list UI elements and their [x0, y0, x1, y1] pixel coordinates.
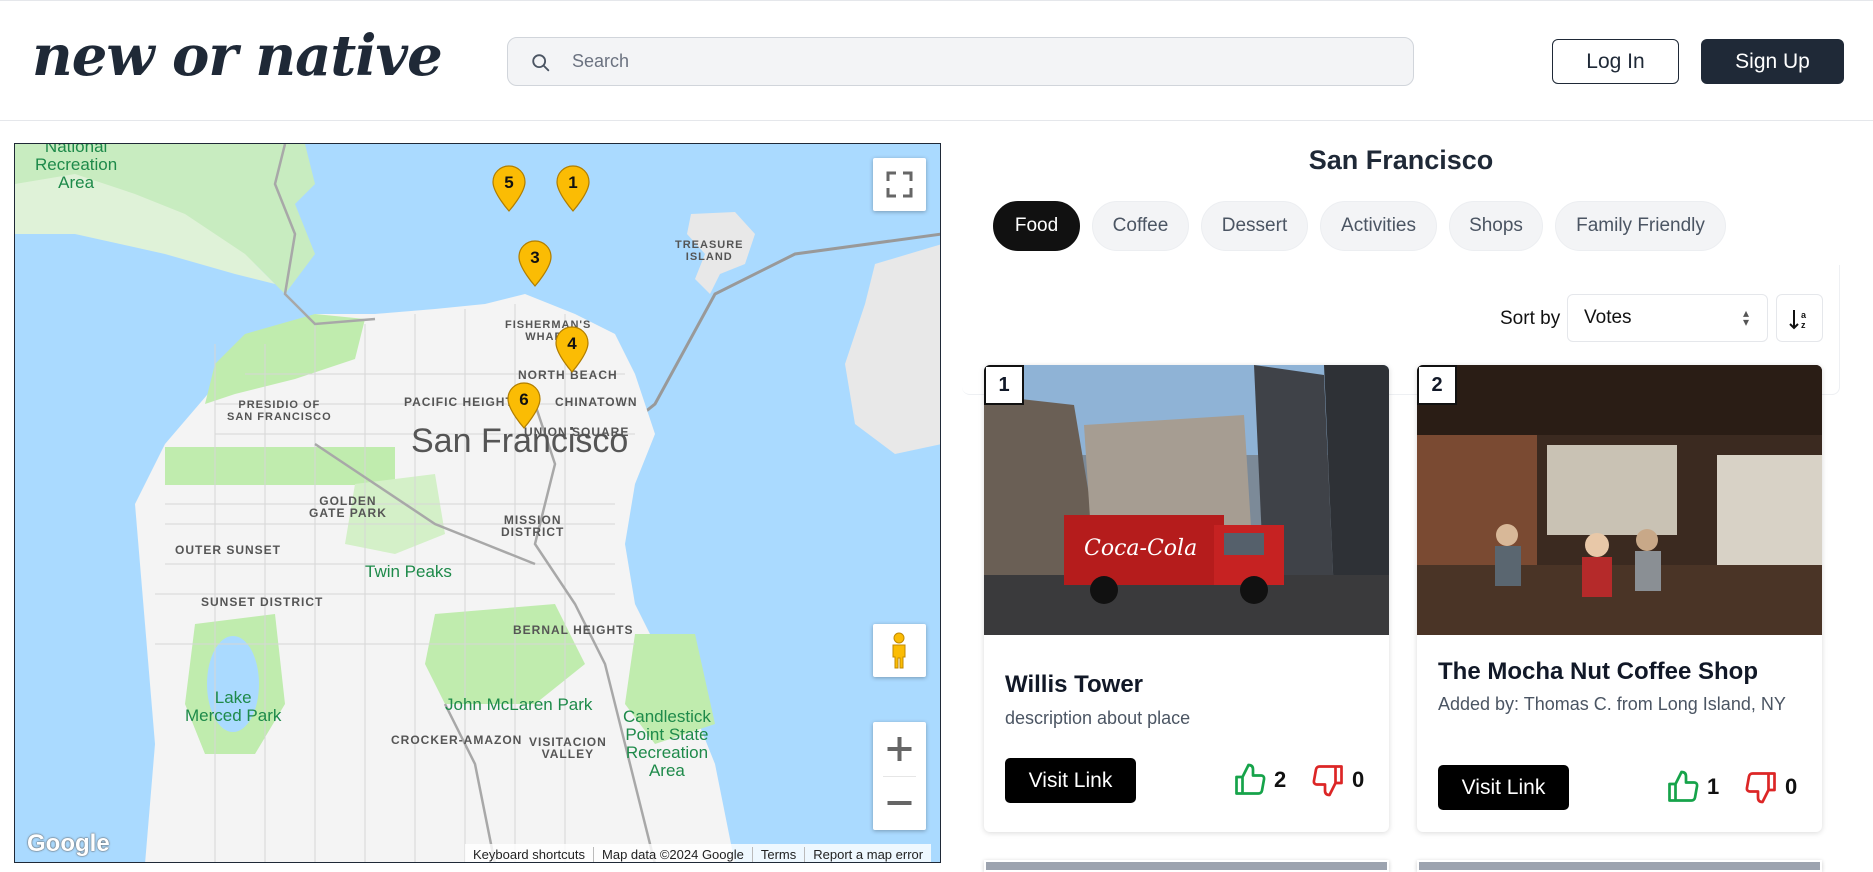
svg-text:z: z — [1801, 320, 1806, 330]
rank-badge: 1 — [984, 365, 1024, 405]
chevron-up-down-icon: ▴ ▾ — [1742, 306, 1749, 329]
downvote-count: 0 — [1352, 767, 1365, 792]
svg-text:a: a — [1801, 310, 1807, 320]
visit-link-button[interactable]: Visit Link — [1005, 758, 1136, 803]
map-label-candlestick: Candlestick Point State Recreation Area — [623, 707, 711, 780]
map-label-treasure: TREASURE ISLAND — [675, 239, 744, 263]
zoom-controls — [873, 722, 926, 830]
sort-label: Sort by — [1500, 308, 1561, 329]
place-card[interactable]: 2 The Mocha Nut Coffee Shop Added by: Th… — [1417, 365, 1822, 832]
category-chip-coffee[interactable]: Coffee — [1092, 201, 1189, 251]
map-attribution: Keyboard shortcuts Map data ©2024 Google… — [465, 844, 932, 862]
category-chip-family-friendly[interactable]: Family Friendly — [1555, 201, 1726, 251]
map-pin[interactable]: 1 — [556, 165, 590, 213]
site-logo[interactable]: new or native — [32, 23, 443, 89]
map-view[interactable]: National Recreation Area TREASURE ISLAND… — [14, 143, 941, 863]
category-chip-dessert[interactable]: Dessert — [1201, 201, 1308, 251]
thumbs-up-icon — [1235, 763, 1266, 795]
svg-text:Coca-Cola: Coca-Cola — [1084, 536, 1197, 561]
search-icon — [532, 54, 550, 72]
search-bar[interactable] — [507, 37, 1414, 86]
map-label-pacific: PACIFIC HEIGHTS — [404, 395, 523, 409]
signup-button[interactable]: Sign Up — [1701, 39, 1844, 84]
map-pin[interactable]: 4 — [555, 326, 589, 374]
upvote-count: 2 — [1274, 767, 1287, 792]
map-label-sunset: SUNSET DISTRICT — [201, 595, 324, 609]
sort-select[interactable]: Votes ▴ ▾ — [1567, 294, 1768, 342]
thumbs-up-icon — [1668, 770, 1699, 802]
page-title: San Francisco — [1308, 145, 1494, 175]
plus-icon — [887, 737, 912, 761]
map-label-national: National Recreation Area — [35, 143, 118, 192]
map-pin[interactable]: 6 — [507, 382, 541, 430]
report-error-link[interactable]: Report a map error — [804, 846, 931, 862]
map-pin[interactable]: 5 — [492, 165, 526, 213]
map-label-outer-sunset: OUTER SUNSET — [175, 543, 282, 557]
upvote-button[interactable]: 2 — [1232, 762, 1286, 798]
place-title[interactable]: Willis Tower — [1005, 671, 1143, 699]
map-label-golden-gate: GOLDEN GATE PARK — [309, 494, 387, 520]
fullscreen-icon — [886, 171, 913, 198]
downvote-button[interactable]: 0 — [1743, 769, 1797, 805]
category-chip-activities[interactable]: Activities — [1320, 201, 1437, 251]
zoom-in-button[interactable] — [873, 722, 926, 776]
thumbs-down-icon — [1312, 765, 1343, 797]
rank-badge: 2 — [1417, 365, 1457, 405]
keyboard-shortcuts-link[interactable]: Keyboard shortcuts — [465, 847, 593, 862]
place-card-partial[interactable] — [1417, 860, 1822, 872]
map-label-presidio: PRESIDIO OF SAN FRANCISCO — [227, 399, 332, 423]
map-label-mission: MISSION DISTRICT — [501, 513, 565, 539]
place-card-partial[interactable] — [984, 860, 1389, 872]
map-label-chinatown: CHINATOWN — [555, 395, 638, 409]
place-description: description about place — [1005, 708, 1191, 728]
search-input[interactable] — [572, 38, 1392, 85]
map-label-crocker: CROCKER-AMAZON — [391, 733, 523, 747]
place-card[interactable]: 1 Coca-Cola Willis Tower description abo… — [984, 365, 1389, 832]
sort-order-icon: a z — [1789, 310, 1807, 330]
category-chip-shops[interactable]: Shops — [1449, 201, 1543, 251]
place-title[interactable]: The Mocha Nut Coffee Shop — [1438, 658, 1758, 686]
downvote-count: 0 — [1785, 774, 1798, 799]
place-description: Added by: Thomas C. from Long Island, NY — [1438, 694, 1786, 714]
upvote-count: 1 — [1707, 774, 1720, 799]
login-button[interactable]: Log In — [1552, 39, 1679, 84]
street-view-button[interactable] — [873, 624, 926, 677]
downvote-button[interactable]: 0 — [1310, 762, 1364, 798]
terms-link[interactable]: Terms — [751, 846, 804, 862]
thumbs-down-icon — [1745, 772, 1776, 804]
upvote-button[interactable]: 1 — [1665, 769, 1719, 805]
visit-link-button[interactable]: Visit Link — [1438, 765, 1569, 810]
map-label-twin-peaks: Twin Peaks — [365, 562, 452, 581]
category-chip-food[interactable]: Food — [993, 201, 1080, 251]
map-label-mclaren: John McLaren Park — [445, 695, 593, 714]
map-label-lake-merced: Lake Merced Park — [185, 688, 282, 725]
map-label-bernal: BERNAL HEIGHTS — [513, 623, 634, 637]
google-logo: Google — [27, 830, 110, 857]
fullscreen-button[interactable] — [873, 158, 926, 211]
map-label-visitacion: VISITACION VALLEY — [529, 735, 607, 761]
site-header: new or native Log In Sign Up — [0, 0, 1873, 121]
sort-select-value: Votes — [1584, 307, 1632, 328]
pegman-icon — [892, 632, 906, 669]
place-photo — [1417, 365, 1822, 635]
zoom-out-button[interactable] — [873, 776, 926, 830]
minus-icon — [887, 801, 912, 805]
place-photo: Coca-Cola — [984, 365, 1389, 635]
map-pin[interactable]: 3 — [518, 240, 552, 288]
map-base-layer — [15, 144, 940, 862]
map-data-text: Map data ©2024 Google — [593, 846, 752, 862]
sort-direction-button[interactable]: a z — [1776, 294, 1823, 342]
